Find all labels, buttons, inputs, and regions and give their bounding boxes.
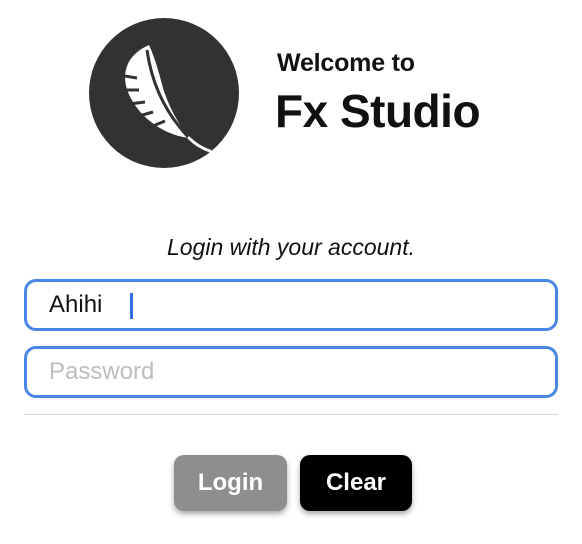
clear-button[interactable]: Clear [300,455,412,511]
app-logo [89,18,239,168]
password-input[interactable] [27,349,555,395]
feather-icon [123,45,212,153]
username-field[interactable] [24,279,558,331]
login-button[interactable]: Login [174,455,287,511]
divider [24,414,558,415]
login-subtitle: Login with your account. [166,234,416,260]
username-input[interactable] [27,282,555,328]
app-name-title: Fx Studio [275,85,481,137]
welcome-label: Welcome to [277,49,415,77]
password-field[interactable] [24,346,558,398]
text-cursor [130,293,133,319]
